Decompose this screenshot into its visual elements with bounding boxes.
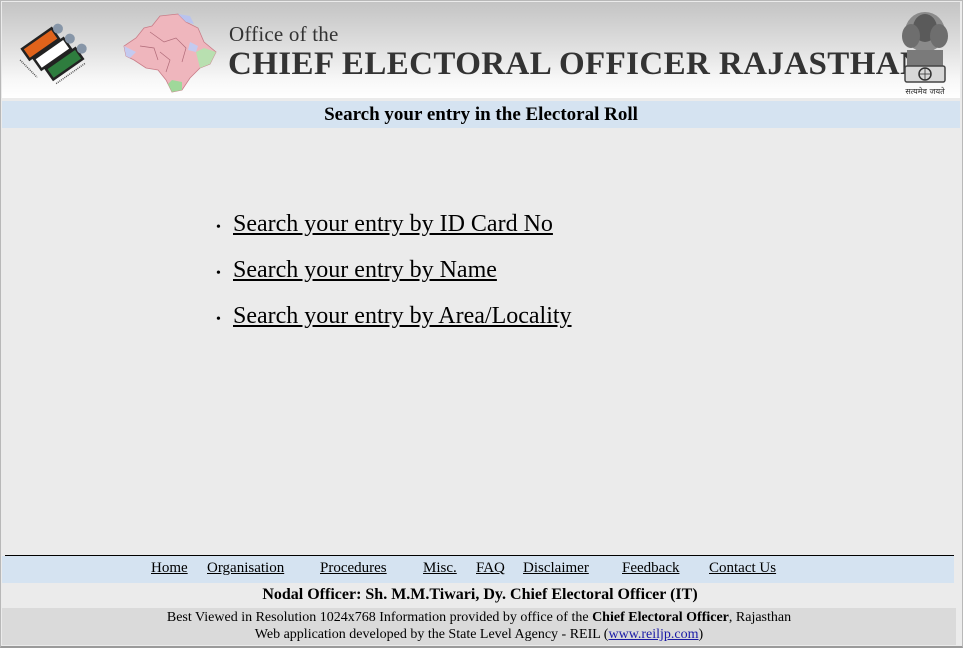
info-footer: Best Viewed in Resolution 1024x768 Infor… [2, 608, 956, 645]
national-emblem-icon [902, 12, 948, 83]
footer-link-procedures[interactable]: Procedures [320, 560, 387, 577]
nodal-officer-text: Nodal Officer: Sh. M.M.Tiwari, Dy. Chief… [262, 586, 698, 603]
bullet-icon: • [216, 220, 221, 235]
reil-website-link[interactable]: www.reiljp.com [608, 627, 698, 642]
footer-link-feedback[interactable]: Feedback [622, 560, 679, 577]
info-text: ) [698, 627, 704, 642]
footer-link-contact-us[interactable]: Contact Us [709, 560, 776, 577]
info-line-1: Best Viewed in Resolution 1024x768 Infor… [2, 609, 956, 626]
search-by-name-link[interactable]: Search your entry by Name [233, 257, 497, 284]
emblem-motto: सत्यमेव जयते [905, 87, 945, 96]
info-text: , Rajasthan [728, 610, 792, 625]
info-text: Web application developed by the State L… [254, 627, 609, 642]
site-title: CHIEF ELECTORAL OFFICER RAJASTHAN [228, 46, 925, 82]
info-line-2: Web application developed by the State L… [2, 626, 956, 643]
footer-link-home[interactable]: Home [151, 560, 188, 577]
footer-link-misc[interactable]: Misc. [423, 560, 457, 577]
bullet-icon: • [216, 266, 221, 281]
footer-link-disclaimer[interactable]: Disclaimer [523, 560, 589, 577]
page-title-bar: Search your entry in the Electoral Roll [2, 101, 960, 128]
footer-link-organisation[interactable]: Organisation [207, 560, 284, 577]
rajasthan-map-icon [123, 13, 217, 93]
bullet-icon: • [216, 312, 221, 327]
footer-link-faq[interactable]: FAQ [476, 560, 505, 577]
search-by-id-card-link[interactable]: Search your entry by ID Card No [233, 211, 553, 238]
office-of-label: Office of the [229, 22, 339, 46]
info-text: Best Viewed in Resolution 1024x768 Infor… [166, 610, 593, 625]
election-commission-logo-icon [19, 23, 87, 85]
info-bold-text: Chief Electoral Officer [592, 610, 729, 625]
footer-nav: Home Organisation Procedures Misc. FAQ D… [2, 556, 954, 583]
search-by-area-link[interactable]: Search your entry by Area/Locality [233, 303, 572, 330]
page-title: Search your entry in the Electoral Roll [324, 104, 638, 125]
header-banner: Office of the CHIEF ELECTORAL OFFICER RA… [2, 2, 960, 98]
